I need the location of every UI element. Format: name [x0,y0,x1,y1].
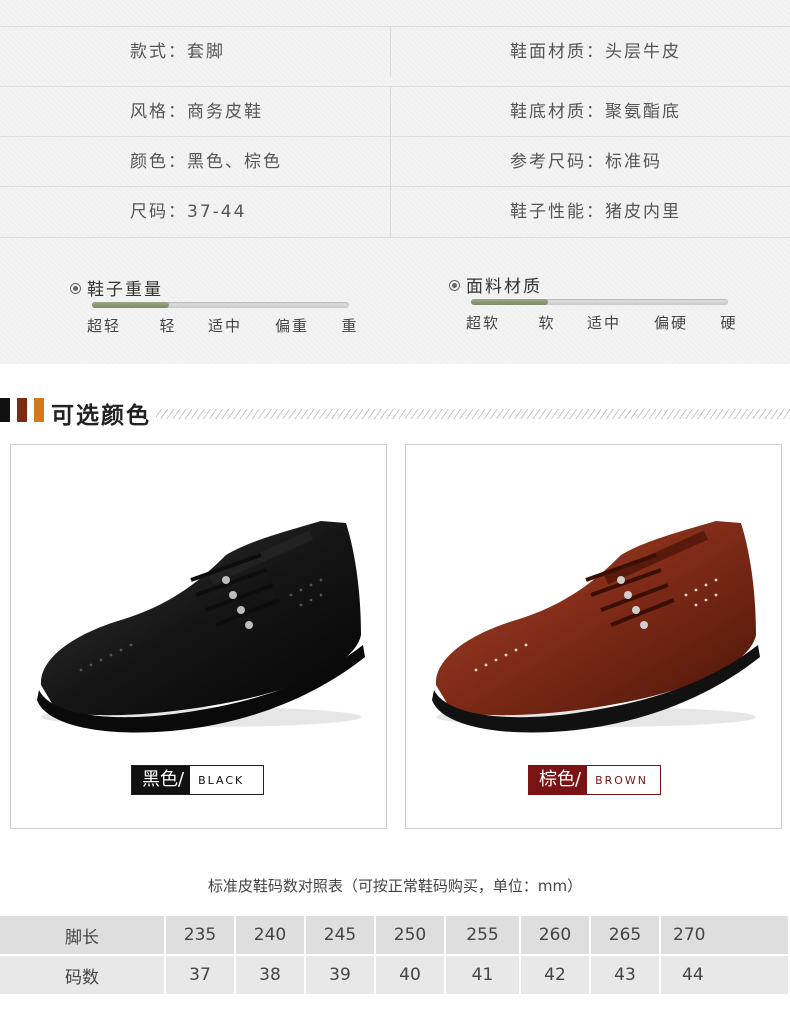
section-title: 可选颜色 [51,402,151,429]
spec-color: 颜色：黑色、棕色 [130,152,282,172]
color-badge-brown: 棕色/ BROWN [528,765,661,795]
table-cell: 255 [445,914,521,955]
table-cell: 43 [590,954,661,994]
table-cell: 41 [445,954,521,994]
spec-reference-size: 参考尺码：标准码 [510,152,662,172]
table-cell: 44 [660,954,790,994]
material-level-label: 适中 [586,314,622,332]
material-level-label: 硬 [720,314,738,332]
material-meter-track [471,299,728,305]
spec-upper-material: 鞋面材质：头层牛皮 [510,42,681,62]
spec-size-range: 尺码：37-44 [130,202,247,222]
spec-row: 颜色：黑色、棕色 参考尺码：标准码 [0,136,790,187]
color-name-en: BLACK [190,766,253,794]
spec-divider [390,27,391,77]
color-name-cn: 黑色/ [132,766,191,794]
shoe-image-brown [432,521,760,733]
material-level-label: 偏硬 [653,314,689,332]
spec-row: 款式：套脚 鞋面材质：头层牛皮 [0,26,790,77]
weight-meter-track [92,302,349,308]
row-label: 脚长 [0,914,166,955]
table-cell: 270 [660,914,790,955]
material-meter-fill [471,299,549,305]
table-cell: 260 [520,914,591,955]
target-icon [70,283,81,294]
color-name-cn: 棕色/ [529,766,588,794]
weight-level-label: 轻 [159,317,177,335]
size-table-caption: 标准皮鞋码数对照表（可按正常鞋码购买，单位：mm） [207,877,583,895]
weight-meter-title: 鞋子重量 [70,275,163,300]
material-level-label: 超软 [465,314,501,332]
section-accent-square [0,398,10,422]
material-meter-title: 面料材质 [449,272,542,297]
material-level-label: 软 [538,314,556,332]
spec-fashion-style: 风格：商务皮鞋 [130,102,263,122]
color-name-en: BROWN [587,766,657,794]
spec-divider [390,87,391,137]
color-badge-black: 黑色/ BLACK [131,765,264,795]
section-accent-square [17,398,27,422]
weight-level-label: 超轻 [86,317,122,335]
color-card-black[interactable]: 黑色/ BLACK [10,444,387,829]
weight-level-label: 适中 [207,317,243,335]
material-meter: 面料材质 超软 软 适中 偏硬 硬 [449,272,749,342]
spec-panel: 款式：套脚 鞋面材质：头层牛皮 风格：商务皮鞋 鞋底材质：聚氨酯底 颜色：黑色、… [0,0,790,364]
weight-meter-label: 鞋子重量 [87,280,163,300]
spec-row: 风格：商务皮鞋 鞋底材质：聚氨酯底 [0,86,790,137]
section-header: 可选颜色 [0,396,790,429]
material-meter-label: 面料材质 [466,277,542,297]
table-cell: 37 [165,954,236,994]
weight-meter-fill [92,302,170,308]
table-cell: 250 [375,914,446,955]
table-row: 脚长 235 240 245 250 255 260 265 270 [0,914,790,955]
weight-meter: 鞋子重量 超轻 轻 适中 偏重 重 [70,275,370,345]
row-label: 码数 [0,954,166,994]
spec-divider [390,137,391,187]
spec-style: 款式：套脚 [130,42,225,62]
section-accent-square [34,398,44,422]
shoe-image-black [37,521,365,733]
target-icon [449,280,460,291]
table-cell: 38 [235,954,306,994]
size-table: 脚长 235 240 245 250 255 260 265 270 码数 37… [0,914,790,994]
table-cell: 265 [590,914,661,955]
spec-sole-material: 鞋底材质：聚氨酯底 [510,102,681,122]
spec-bottom-border [0,237,790,238]
spec-row: 尺码：37-44 鞋子性能：猪皮内里 [0,186,790,237]
table-cell: 39 [305,954,376,994]
color-card-brown[interactable]: 棕色/ BROWN [405,444,782,829]
spec-lining: 鞋子性能：猪皮内里 [510,202,681,222]
table-cell: 245 [305,914,376,955]
table-cell: 42 [520,954,591,994]
table-cell: 235 [165,914,236,955]
weight-level-label: 重 [341,317,359,335]
table-cell: 40 [375,954,446,994]
spec-divider [390,187,391,237]
section-hatch-divider [156,409,790,419]
table-cell: 240 [235,914,306,955]
table-row: 码数 37 38 39 40 41 42 43 44 [0,954,790,994]
weight-level-label: 偏重 [274,317,310,335]
